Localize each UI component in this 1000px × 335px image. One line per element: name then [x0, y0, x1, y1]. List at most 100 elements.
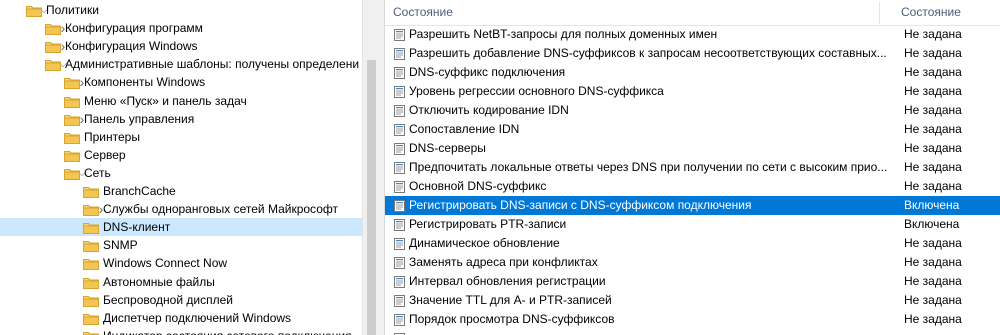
tree-item-label: Беспроводной дисплей: [103, 292, 233, 307]
list-row[interactable]: Регистрировать DNS-записи с DNS-суффиксо…: [385, 196, 1000, 215]
folder-icon: [83, 203, 99, 217]
list-row[interactable]: Заменять адреса при конфликтах Не задана: [385, 253, 1000, 272]
tree-item-label: Сеть: [84, 165, 111, 180]
policy-setting-icon: [394, 123, 405, 136]
setting-state: Не задана: [904, 122, 962, 136]
folder-icon: [64, 167, 80, 180]
setting-name: Основной DNS-суффикс: [409, 179, 547, 193]
folder-icon: [64, 76, 80, 90]
tree-item-label: Меню «Пуск» и панель задач: [84, 93, 247, 108]
setting-name: Регистрировать PTR-записи: [409, 217, 567, 231]
tree-item-label: SNMP: [103, 238, 138, 253]
tree-item[interactable]: Windows Connect Now: [0, 254, 362, 272]
list-row[interactable]: DNS-суффикс подключения Не задана: [385, 63, 1000, 82]
tree-item-label: Диспетчер подключений Windows: [103, 310, 292, 325]
tree-item-label: Сервер: [84, 147, 126, 162]
folder-icon: [64, 95, 80, 108]
setting-state: Не задана: [904, 179, 962, 193]
tree-item[interactable]: ⌵ Сеть: [0, 164, 362, 182]
setting-name: DNS-серверы: [409, 141, 486, 155]
list-row[interactable]: Разрешить NetBT-запросы для полных домен…: [385, 25, 1000, 44]
setting-state: Не задана: [904, 46, 962, 60]
tree-item[interactable]: › Панель управления: [0, 110, 362, 128]
setting-state: Не задана: [904, 84, 962, 98]
tree-item[interactable]: Сервер: [0, 146, 362, 164]
folder-icon: [83, 294, 99, 307]
list-row[interactable]: Отключить кодирование IDN Не задана: [385, 101, 1000, 120]
setting-name: Регистрировать DNS-записи с DNS-суффиксо…: [409, 198, 752, 212]
tree-item[interactable]: › Службы одноранговых сетей Майкрософт: [0, 200, 362, 218]
tree-item-label: Панель управления: [84, 111, 195, 126]
column-header-name[interactable]: Состояние: [387, 0, 873, 25]
list-row[interactable]: Регистрировать PTR-записи Включена: [385, 215, 1000, 234]
setting-name: Интервал обновления регистрации: [409, 274, 606, 288]
tree-item[interactable]: › Конфигурация программ: [0, 19, 362, 37]
setting-name: Сопоставление IDN: [409, 122, 520, 136]
folder-icon: [45, 58, 61, 72]
list-row[interactable]: Порядок просмотра DNS-суффиксов Не задана: [385, 310, 1000, 329]
setting-state: Не задана: [904, 312, 962, 326]
tree-item-label: Индикатор состояния сетевого подключения: [103, 327, 352, 335]
setting-name: Разрешить добавление DNS-суффиксов к зап…: [409, 46, 887, 60]
tree-item-label: Конфигурация программ: [65, 21, 203, 36]
column-header-state[interactable]: Состояние: [895, 0, 1000, 25]
tree-item-label: Принтеры: [84, 129, 140, 144]
tree-item[interactable]: Диспетчер подключений Windows: [0, 309, 362, 327]
tree-item-label: Конфигурация Windows: [65, 39, 198, 54]
list-row[interactable]: Предпочитать локальные ответы через DNS …: [385, 158, 1000, 177]
tree-item[interactable]: Беспроводной дисплей: [0, 291, 362, 309]
policy-setting-icon: [394, 294, 405, 307]
folder-icon: [83, 276, 99, 289]
column-divider[interactable]: [879, 2, 880, 24]
setting-state: Включена: [904, 217, 960, 231]
tree-item[interactable]: › Конфигурация Windows: [0, 37, 362, 55]
setting-state: Не задана: [904, 274, 962, 288]
policy-setting-icon: [394, 28, 405, 41]
folder-icon: [83, 239, 99, 253]
list-row[interactable]: Сопоставление IDN Не задана: [385, 120, 1000, 139]
tree-item[interactable]: Индикатор состояния сетевого подключения: [0, 327, 362, 335]
tree-item[interactable]: Меню «Пуск» и панель задач: [0, 92, 362, 110]
policy-setting-icon: [394, 199, 405, 212]
tree-item-label: Автономные файлы: [103, 274, 215, 289]
tree-item-label: Административные шаблоны: получены опред…: [65, 57, 360, 72]
setting-name: Динамическое обновление: [409, 236, 560, 250]
setting-name: Значение TTL для A- и PTR-записей: [409, 293, 612, 307]
setting-state: Не задана: [904, 65, 962, 79]
tree-item[interactable]: SNMP: [0, 236, 362, 254]
setting-name: Разрешить NetBT-запросы для полных домен…: [409, 27, 718, 41]
list-row[interactable]: Уровень регрессии основного DNS-суффикса…: [385, 82, 1000, 101]
setting-state: Не задана: [904, 236, 962, 250]
setting-state: Не задана: [904, 103, 962, 117]
policy-setting-icon: [394, 142, 405, 155]
list-row[interactable]: [385, 329, 1000, 335]
folder-icon: [64, 131, 80, 144]
tree-item[interactable]: BranchCache: [0, 182, 362, 200]
setting-state: Не задана: [904, 141, 962, 155]
list-row[interactable]: Значение TTL для A- и PTR-записей Не зада…: [385, 291, 1000, 310]
tree-vertical-scrollbar[interactable]: [362, 0, 380, 335]
tree-scrollbar-thumb[interactable]: [367, 60, 376, 335]
policy-setting-icon: [394, 85, 405, 98]
policy-setting-icon: [394, 256, 405, 269]
policy-setting-icon: [394, 104, 405, 117]
setting-state: Не задана: [904, 160, 962, 174]
setting-name: DNS-суффикс подключения: [409, 65, 566, 79]
folder-icon: [64, 149, 80, 162]
setting-name: Уровень регрессии основного DNS-суффикса: [409, 84, 664, 98]
list-row[interactable]: Основной DNS-суффикс Не задана: [385, 177, 1000, 196]
tree-item[interactable]: DNS-клиент: [0, 218, 362, 237]
list-row[interactable]: Динамическое обновление Не задана: [385, 234, 1000, 253]
folder-icon: [45, 40, 61, 54]
tree-item[interactable]: Принтеры: [0, 128, 362, 146]
tree-item[interactable]: › Компоненты Windows: [0, 73, 362, 91]
policy-setting-icon: [394, 313, 405, 326]
list-row[interactable]: Разрешить добавление DNS-суффиксов к зап…: [385, 44, 1000, 63]
folder-icon: [45, 22, 61, 36]
list-row[interactable]: Интервал обновления регистрации Не задана: [385, 272, 1000, 291]
tree-item[interactable]: ⌵ Административные шаблоны: получены опре…: [0, 55, 362, 73]
tree-item[interactable]: Автономные файлы: [0, 273, 362, 291]
list-row[interactable]: DNS-серверы Не задана: [385, 139, 1000, 158]
setting-state: Не задана: [904, 255, 962, 269]
tree-item[interactable]: ⌵ Политики: [0, 1, 362, 19]
